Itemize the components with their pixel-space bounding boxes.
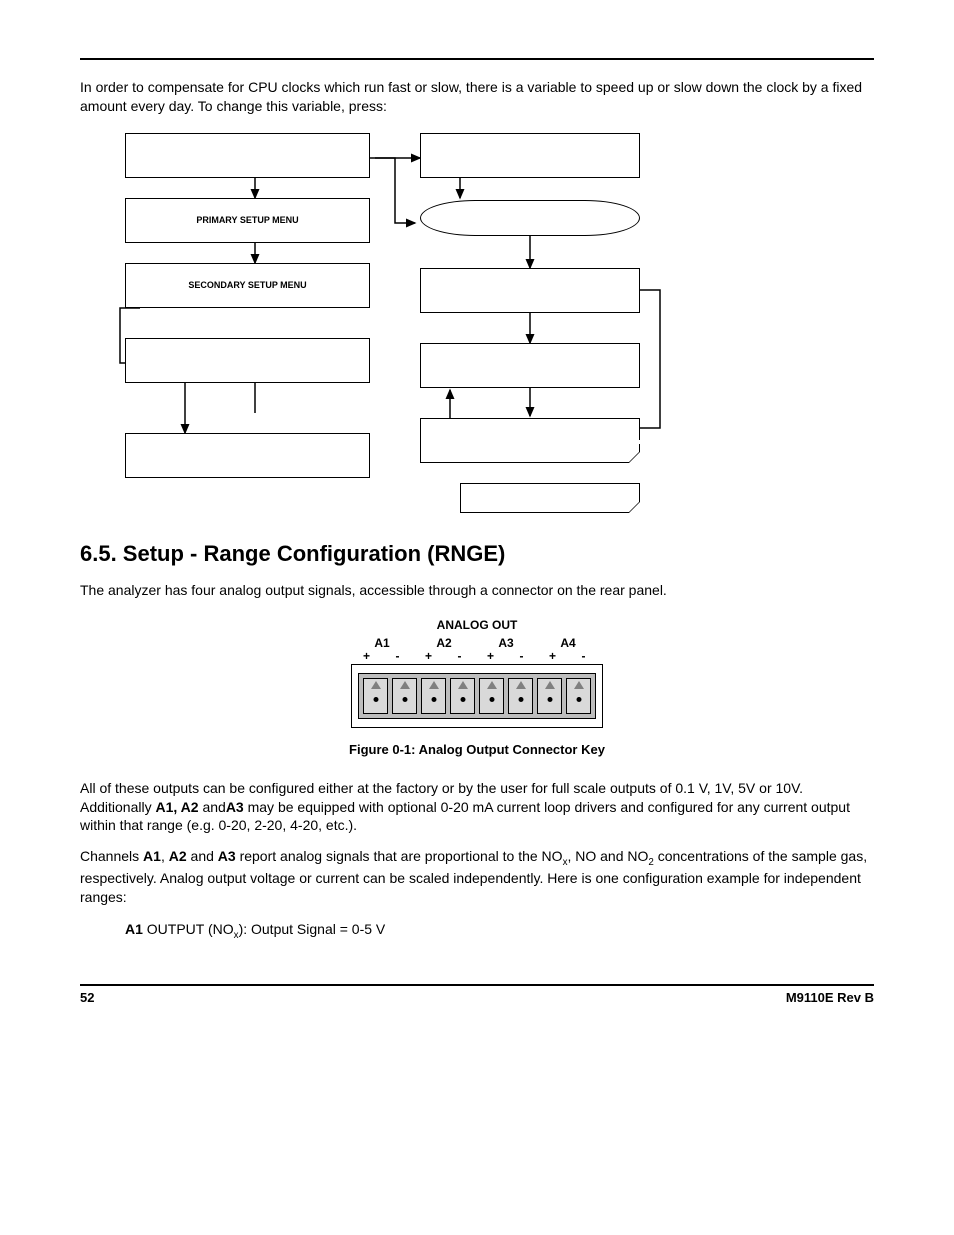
connector-body — [351, 664, 603, 728]
connector-title: ANALOG OUT — [351, 618, 603, 632]
doc-revision: M9110E Rev B — [786, 990, 874, 1005]
page-number: 52 — [80, 990, 94, 1005]
flow-box-primary: PRIMARY SETUP MENU — [125, 198, 370, 243]
flow-box-r1 — [420, 133, 640, 178]
outputs-paragraph: All of these outputs can be configured e… — [80, 779, 874, 836]
flow-box-l5 — [125, 433, 370, 478]
flow-box-secondary: SECONDARY SETUP MENU — [125, 263, 370, 308]
flow-rounded-r2 — [420, 200, 640, 236]
fold-icon-2 — [628, 501, 640, 513]
intro-paragraph: In order to compensate for CPU clocks wh… — [80, 78, 874, 116]
channels-paragraph: Channels A1, A2 and A3 report analog sig… — [80, 847, 874, 907]
terminal — [566, 678, 591, 714]
footer: 52 M9110E Rev B — [80, 984, 874, 1005]
section-intro: The analyzer has four analog output sign… — [80, 581, 874, 600]
terminal — [508, 678, 533, 714]
channel-a3: A3 — [475, 636, 537, 650]
terminal — [421, 678, 446, 714]
terminal — [392, 678, 417, 714]
page: In order to compensate for CPU clocks wh… — [0, 0, 954, 1235]
flow-box-r4 — [420, 343, 640, 388]
channel-a4: A4 — [537, 636, 599, 650]
channel-a1: A1 — [351, 636, 413, 650]
connector-figure: ANALOG OUT A1 A2 A3 A4 +- +- +- +- — [80, 618, 874, 728]
terminal — [450, 678, 475, 714]
connector-polarity: +- +- +- +- — [351, 650, 603, 662]
figure-caption: Figure 0-1: Analog Output Connector Key — [80, 742, 874, 757]
connector-channel-labels: A1 A2 A3 A4 — [351, 636, 603, 650]
terminal — [479, 678, 504, 714]
flow-box-r3 — [420, 268, 640, 313]
flow-box-r6 — [460, 483, 640, 513]
terminal — [363, 678, 388, 714]
flow-box-l4 — [125, 338, 370, 383]
fold-icon-1 — [628, 451, 640, 463]
example-line: A1 OUTPUT (NOx): Output Signal = 0-5 V — [125, 921, 874, 941]
channel-a2: A2 — [413, 636, 475, 650]
section-heading: 6.5. Setup - Range Configuration (RNGE) — [80, 541, 874, 567]
top-rule — [80, 58, 874, 60]
terminal — [537, 678, 562, 714]
flow-box-l1 — [125, 133, 370, 178]
flowchart: PRIMARY SETUP MENU SECONDARY SETUP MENU — [80, 128, 874, 523]
